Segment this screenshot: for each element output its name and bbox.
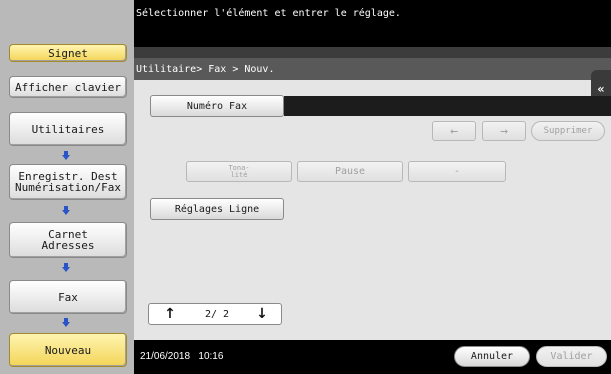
fax-number-field[interactable]: [284, 96, 611, 116]
dash-button[interactable]: -: [408, 161, 506, 182]
nav-utilitaires-button[interactable]: Utilitaires: [9, 112, 127, 146]
breadcrumb-text: Utilitaire> Fax > Nouv.: [136, 64, 275, 75]
nav-enregistr-dest-button[interactable]: Enregistr. Dest Numérisation/Fax: [9, 164, 127, 200]
pause-button[interactable]: Pause: [297, 161, 403, 182]
arrow-down-icon: [62, 263, 70, 273]
fax-number-button[interactable]: Numéro Fax: [150, 95, 284, 117]
nav-carnet-adresses-button[interactable]: Carnet Adresses: [9, 222, 127, 258]
arrow-down-icon: [62, 318, 70, 328]
page-navigator: ↑ 2/ 2 ↓: [148, 303, 282, 325]
date-time: 21/06/2018 10:16: [140, 351, 224, 362]
nav-nouveau-button[interactable]: Nouveau: [9, 333, 127, 367]
validate-button[interactable]: Valider: [536, 346, 607, 367]
arrow-down-icon: [62, 206, 70, 216]
signet-button[interactable]: Signet: [9, 44, 127, 62]
page-up-button[interactable]: ↑: [149, 304, 191, 324]
nav-fax-button[interactable]: Fax: [9, 280, 127, 314]
arrow-down-icon: [62, 151, 70, 161]
left-panel: Signet Afficher clavier Utilitaires Enre…: [0, 0, 134, 374]
instruction-bar: Sélectionner l'élément et entrer le régl…: [134, 0, 611, 47]
cancel-button[interactable]: Annuler: [454, 346, 530, 367]
line-settings-button[interactable]: Réglages Ligne: [150, 198, 284, 220]
breadcrumb: Utilitaire> Fax > Nouv.: [134, 58, 611, 80]
delete-button[interactable]: Supprimer: [531, 121, 605, 141]
cursor-left-button[interactable]: ←: [432, 121, 476, 141]
page-down-button[interactable]: ↓: [241, 304, 283, 324]
instruction-text: Sélectionner l'élément et entrer le régl…: [136, 8, 401, 19]
tone-button[interactable]: Tona- lité: [186, 161, 292, 182]
cursor-right-button[interactable]: →: [482, 121, 526, 141]
page-indicator: 2/ 2: [204, 308, 230, 320]
show-keyboard-button[interactable]: Afficher clavier: [9, 76, 127, 98]
